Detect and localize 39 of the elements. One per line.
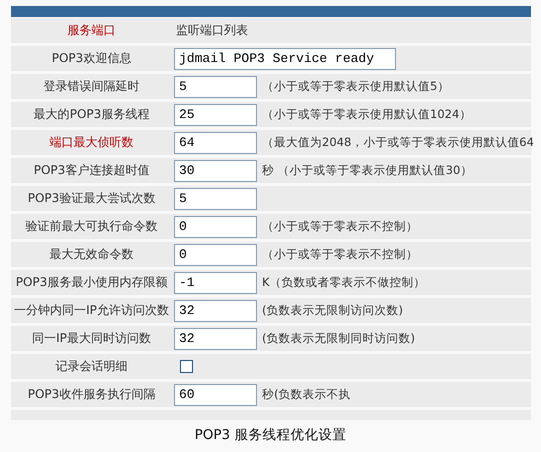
field-label: 端口最大侦听数 (48, 134, 134, 151)
field-label: 最大无效命令数 (48, 246, 134, 263)
input-field[interactable]: jdmail POP3 Service ready (174, 48, 396, 70)
field-label: 记录会话明细 (54, 358, 128, 375)
input-field[interactable]: 60 (174, 384, 257, 406)
field-label: 同一IP最大同时访问数 (31, 330, 152, 347)
field-hint: （小于或等于零表示使用默认值1024） (262, 107, 472, 122)
field-label: POP3欢迎信息 (50, 50, 132, 67)
field-hint: 秒(负数表示不执 (262, 387, 350, 402)
caption: POP3 服务线程优化设置 (194, 426, 348, 444)
field-label: 服务端口 (66, 22, 116, 39)
checkbox[interactable] (180, 360, 193, 373)
input-field[interactable]: 0 (174, 244, 257, 266)
field-label: POP3验证最大尝试次数 (26, 190, 156, 207)
field-hint: （小于或等于零表示使用默认值5） (262, 79, 450, 94)
input-field[interactable]: 5 (174, 76, 257, 98)
field-label: POP3客户连接超时值 (32, 162, 150, 179)
field-label: POP3服务最小使用内存限额 (14, 274, 168, 291)
input-field[interactable]: 30 (174, 160, 257, 182)
field-label: 验证前最大可执行命令数 (24, 218, 158, 235)
field-hint: （小于或等于零表示不控制） (262, 219, 418, 234)
input-field[interactable]: 25 (174, 104, 257, 126)
field-hint: （小于或等于零表示不控制） (262, 247, 418, 262)
input-field[interactable]: 32 (174, 300, 257, 322)
field-label: 一分钟内同一IP允许访问次数 (13, 302, 170, 319)
field-value: 监听端口列表 (176, 22, 248, 39)
field-hint: 秒 （小于或等于零表示使用默认值30） (262, 163, 472, 178)
input-field[interactable]: 32 (174, 328, 257, 350)
field-hint: （最大值为2048，小于或等于零表示使用默认值64 (262, 135, 534, 150)
field-hint: (负数表示无限制同时访问数) (262, 331, 415, 346)
input-field[interactable]: 64 (174, 132, 257, 154)
input-field[interactable]: 5 (174, 188, 257, 210)
field-hint: (负数表示无限制访问次数) (262, 303, 403, 318)
field-label: 最大的POP3服务线程 (32, 106, 150, 123)
input-field[interactable]: -1 (174, 272, 257, 294)
field-label: POP3收件服务执行间隔 (26, 386, 156, 403)
input-field[interactable]: 0 (174, 216, 257, 238)
field-label: 登录错误间隔延时 (42, 78, 140, 95)
field-hint: K（负数或者零表示不做控制） (262, 275, 426, 290)
